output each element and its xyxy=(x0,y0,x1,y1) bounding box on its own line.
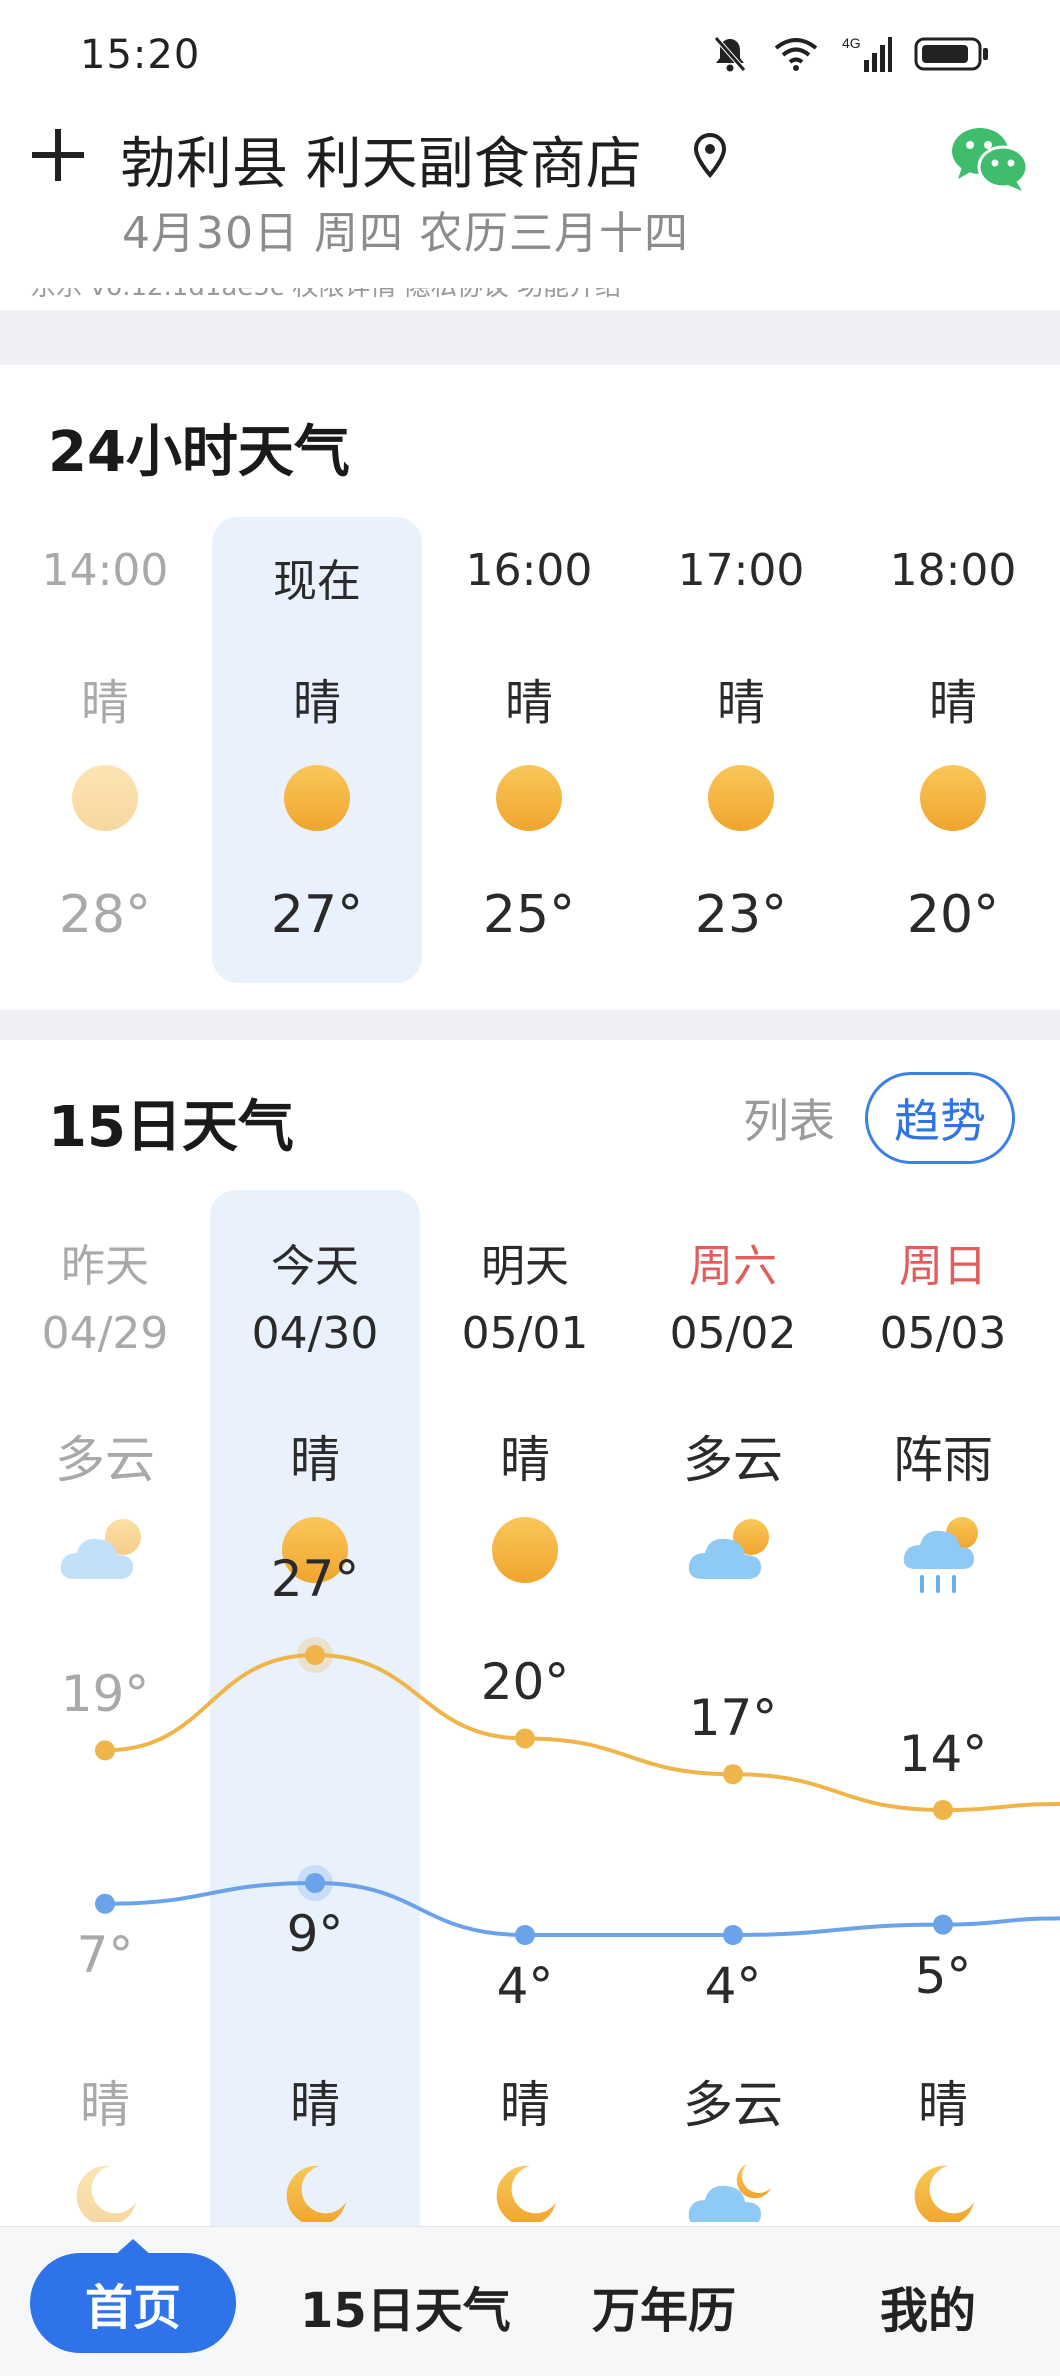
partly-cloudy-icon xyxy=(0,1515,210,1585)
hour-temperature: 28° xyxy=(58,885,152,945)
high-temp-point xyxy=(933,1800,953,1820)
shower-icon xyxy=(838,1515,1048,1605)
hour-condition: 晴 xyxy=(504,675,553,731)
low-temp-point xyxy=(933,1914,953,1935)
low-temp-point xyxy=(95,1893,115,1914)
temperature-trend-chart xyxy=(95,1637,1060,1945)
moon-icon xyxy=(420,2162,630,2222)
nav-calendar[interactable]: 万年历 xyxy=(592,2271,736,2341)
clipped-footer-text: 东乐 v6.12.1d1ae5c 权限详情 隐私协议 功能介绍 xyxy=(0,288,1060,310)
low-temp-label: 5° xyxy=(914,1946,972,2005)
clipped-text: 东乐 v6.12.1d1ae5c 权限详情 隐私协议 功能介绍 xyxy=(30,288,621,303)
sun-icon xyxy=(212,763,422,833)
night-condition: 晴 xyxy=(290,2076,340,2134)
high-temp-label: 17° xyxy=(688,1689,778,1748)
status-time: 15:20 xyxy=(80,32,201,78)
high-temp-point xyxy=(723,1764,743,1785)
hour-time: 14:00 xyxy=(41,545,169,596)
hour-temperature: 27° xyxy=(270,885,364,945)
battery-icon xyxy=(914,37,988,71)
date-line: 4月30日 周四 农历三月十四 xyxy=(122,208,689,259)
header: 勃利县 利天副食商店 4月30日 周四 农历三月十四 xyxy=(0,115,1060,295)
add-city-icon[interactable] xyxy=(30,127,86,183)
signal-4g-icon: 4G xyxy=(842,35,892,72)
status-icons: 4G xyxy=(710,34,990,74)
hour-time: 17:00 xyxy=(677,545,805,596)
hour-condition: 晴 xyxy=(80,675,129,731)
hour-temperature: 23° xyxy=(694,885,788,945)
mute-bell-icon xyxy=(714,36,746,72)
hourly-card: 24小时天气 14:00 晴 28° 现在晴 27° 16:00 晴 25° 17:00 晴 23°… xyxy=(0,365,1060,1010)
high-temp-label: 20° xyxy=(480,1653,570,1712)
hour-temperature: 25° xyxy=(482,885,576,945)
night-condition: 晴 xyxy=(80,2076,130,2134)
hour-condition: 晴 xyxy=(716,675,765,731)
hour-condition: 晴 xyxy=(292,675,341,731)
moon-icon xyxy=(838,2162,1048,2222)
location-title[interactable]: 勃利县 利天副食商店 xyxy=(120,119,642,200)
high-temp-point xyxy=(515,1728,535,1749)
partly-cloudy-icon xyxy=(628,1515,838,1585)
bottom-nav: 首页 15日天气 万年历 我的 xyxy=(0,2226,1060,2376)
low-temp-label: 4° xyxy=(704,1957,762,2015)
sun-icon xyxy=(848,763,1058,833)
night-condition: 晴 xyxy=(918,2076,968,2134)
low-temp-point xyxy=(515,1925,535,1945)
cloudy-night-icon xyxy=(628,2162,838,2222)
hour-time: 16:00 xyxy=(465,545,593,596)
hour-temperature: 20° xyxy=(906,885,1000,945)
svg-text:4G: 4G xyxy=(842,35,861,51)
nav-mine[interactable]: 我的 xyxy=(880,2271,976,2341)
sun-icon xyxy=(0,763,210,833)
low-temp-point xyxy=(305,1873,325,1893)
high-temp-point xyxy=(95,1740,115,1761)
app-root: 15:20 4G 勃利县 利天副食商店 4月30日 周四 农历三月十四 东乐 v… xyxy=(0,0,1060,2376)
high-temp-label: 19° xyxy=(60,1665,150,1724)
status-bar: 15:20 4G xyxy=(0,0,1060,115)
night-condition: 多云 xyxy=(683,2076,783,2134)
location-pin-icon xyxy=(693,132,727,179)
sun-icon xyxy=(636,763,846,833)
moon-icon xyxy=(210,2162,420,2222)
sun-icon xyxy=(424,763,634,833)
moon-icon xyxy=(0,2162,210,2222)
hourly-title: 24小时天气 xyxy=(48,420,350,485)
daily-card: 15日天气 列表 趋势 昨天 04/29 多云晴今天 04/30 晴晴明天 05/01 晴晴… xyxy=(0,1040,1060,2250)
hour-condition: 晴 xyxy=(928,675,977,731)
hour-time: 现在 xyxy=(273,556,361,607)
high-temp-label: 27° xyxy=(270,1550,360,1608)
sun-icon xyxy=(420,1515,630,1585)
low-temp-point xyxy=(723,1925,743,1945)
low-temp-label: 7° xyxy=(76,1925,134,1984)
night-condition: 晴 xyxy=(500,2076,550,2134)
low-temp-label: 9° xyxy=(286,1905,344,1963)
wifi-icon xyxy=(774,38,818,71)
nav-15day[interactable]: 15日天气 xyxy=(300,2271,511,2341)
high-temp-point xyxy=(305,1645,325,1665)
hour-time: 18:00 xyxy=(889,545,1017,596)
wechat-share-icon[interactable] xyxy=(948,123,1030,195)
low-temp-label: 4° xyxy=(496,1957,554,2015)
nav-home[interactable]: 首页 xyxy=(30,2253,236,2353)
high-temp-label: 14° xyxy=(898,1725,988,1783)
